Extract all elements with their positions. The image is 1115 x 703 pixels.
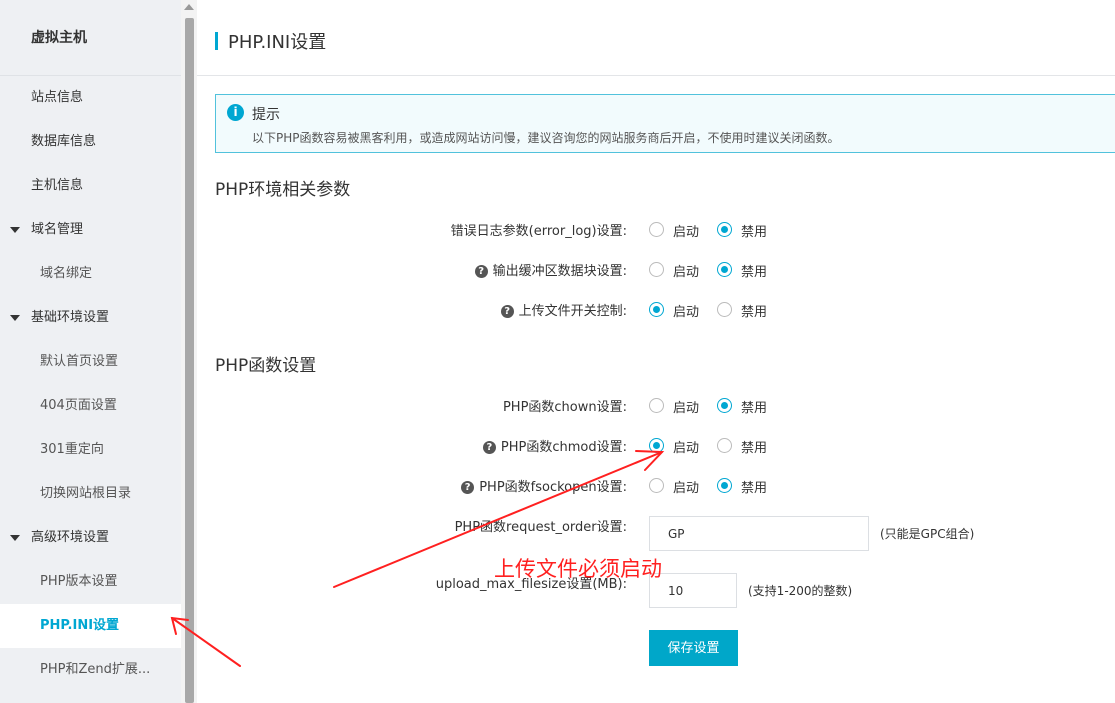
fsockopen-disable-radio[interactable] bbox=[717, 478, 732, 493]
radio-label-enable: 启动 bbox=[673, 481, 700, 496]
sidebar-item-switch-root[interactable]: 切换网站根目录 bbox=[0, 472, 181, 516]
sidebar-group-basic-env[interactable]: 基础环境设置 bbox=[0, 296, 181, 340]
tip-text: 以下PHP函数容易被黑客利用，或造成网站访问慢，建议咨询您的网站服务商后开启，不… bbox=[252, 131, 840, 145]
sidebar-item-host-info[interactable]: 主机信息 bbox=[0, 164, 181, 208]
sidebar-item-site-info[interactable]: 站点信息 bbox=[0, 76, 181, 120]
radio-label-enable: 启动 bbox=[673, 401, 700, 416]
sidebar-item-php-ini[interactable]: PHP.INI设置 bbox=[0, 604, 181, 648]
sidebar-item-php-version[interactable]: PHP版本设置 bbox=[0, 560, 181, 604]
file-uploads-disable-radio[interactable] bbox=[717, 302, 732, 317]
radio-label-enable: 启动 bbox=[673, 305, 700, 320]
caret-down-icon bbox=[10, 535, 20, 541]
chmod-label: ? PHP函数chmod设置: bbox=[482, 436, 627, 455]
sidebar-item-php-zend-ext[interactable]: PHP和Zend扩展... bbox=[0, 648, 181, 692]
radio-label-disable: 禁用 bbox=[741, 265, 768, 280]
section-title-functions: PHP函数设置 bbox=[215, 356, 317, 376]
file-uploads-label: ? 上传文件开关控制: bbox=[500, 300, 627, 319]
sidebar: 虚拟主机 站点信息 数据库信息 主机信息 域名管理 域名绑定 基础环境设置 默认… bbox=[0, 0, 181, 703]
caret-down-icon bbox=[10, 315, 20, 321]
error-log-disable-radio[interactable] bbox=[717, 222, 732, 237]
scrollbar-thumb[interactable] bbox=[185, 18, 194, 703]
scroll-up-arrow-icon[interactable] bbox=[184, 4, 194, 10]
row-label-text: 错误日志参数(error_log)设置: bbox=[450, 224, 627, 239]
fsockopen-enable-radio[interactable] bbox=[649, 478, 664, 493]
tip-box: i 提示 以下PHP函数容易被黑客利用，或造成网站访问慢，建议咨询您的网站服务商… bbox=[215, 94, 1115, 153]
error-log-label: 错误日志参数(error_log)设置: bbox=[451, 220, 627, 239]
request-order-hint: (只能是GPC组合) bbox=[880, 527, 975, 541]
row-label-text: PHP函数request_order设置: bbox=[454, 520, 627, 535]
title-accent-bar bbox=[215, 32, 218, 50]
page-title: PHP.INI设置 bbox=[228, 32, 327, 53]
chown-disable-radio[interactable] bbox=[717, 398, 732, 413]
radio-label-enable: 启动 bbox=[673, 441, 700, 456]
row-label-text: PHP函数fsockopen设置: bbox=[479, 480, 627, 495]
sidebar-item-database-info[interactable]: 数据库信息 bbox=[0, 120, 181, 164]
upload-max-input[interactable] bbox=[649, 573, 737, 608]
help-icon[interactable]: ? bbox=[474, 265, 488, 278]
sidebar-group-label: 基础环境设置 bbox=[31, 310, 110, 325]
radio-label-disable: 禁用 bbox=[741, 401, 768, 416]
sidebar-group-label: 域名管理 bbox=[31, 222, 84, 237]
sidebar-group-advanced-env[interactable]: 高级环境设置 bbox=[0, 516, 181, 560]
tip-title: 提示 bbox=[252, 107, 280, 123]
sidebar-item-301-redirect[interactable]: 301重定向 bbox=[0, 428, 181, 472]
request-order-label: PHP函数request_order设置: bbox=[455, 516, 627, 535]
error-log-enable-radio[interactable] bbox=[649, 222, 664, 237]
fsockopen-label: ? PHP函数fsockopen设置: bbox=[461, 476, 627, 495]
sidebar-item-404-page[interactable]: 404页面设置 bbox=[0, 384, 181, 428]
row-label-text: PHP函数chmod设置: bbox=[500, 440, 627, 455]
row-label-text: PHP函数chown设置: bbox=[502, 400, 627, 415]
sidebar-group-domain[interactable]: 域名管理 bbox=[0, 208, 181, 252]
page-header: PHP.INI设置 bbox=[197, 0, 1115, 76]
output-buffer-disable-radio[interactable] bbox=[717, 262, 732, 277]
help-icon[interactable]: ? bbox=[500, 305, 514, 318]
output-buffer-label: ? 输出缓冲区数据块设置: bbox=[474, 260, 627, 279]
request-order-input[interactable] bbox=[649, 516, 869, 551]
radio-label-enable: 启动 bbox=[673, 225, 700, 240]
annotation-text: 上传文件必须启动 bbox=[494, 557, 662, 581]
caret-down-icon bbox=[10, 227, 20, 233]
chmod-enable-radio[interactable] bbox=[649, 438, 664, 453]
save-button[interactable]: 保存设置 bbox=[649, 630, 738, 666]
main-content: PHP.INI设置 i 提示 以下PHP函数容易被黑客利用，或造成网站访问慢，建… bbox=[197, 0, 1115, 703]
sidebar-item-default-home[interactable]: 默认首页设置 bbox=[0, 340, 181, 384]
help-icon[interactable]: ? bbox=[482, 441, 496, 454]
radio-label-enable: 启动 bbox=[673, 265, 700, 280]
sidebar-group-label: 高级环境设置 bbox=[31, 530, 110, 545]
output-buffer-enable-radio[interactable] bbox=[649, 262, 664, 277]
radio-label-disable: 禁用 bbox=[741, 305, 768, 320]
info-icon: i bbox=[227, 104, 244, 121]
chmod-disable-radio[interactable] bbox=[717, 438, 732, 453]
sidebar-title: 虚拟主机 bbox=[0, 0, 181, 76]
help-icon[interactable]: ? bbox=[461, 481, 475, 494]
radio-label-disable: 禁用 bbox=[741, 441, 768, 456]
radio-label-disable: 禁用 bbox=[741, 225, 768, 240]
file-uploads-enable-radio[interactable] bbox=[649, 302, 664, 317]
chown-label: PHP函数chown设置: bbox=[503, 396, 627, 415]
section-title-env: PHP环境相关参数 bbox=[215, 180, 351, 200]
sidebar-item-domain-binding[interactable]: 域名绑定 bbox=[0, 252, 181, 296]
chown-enable-radio[interactable] bbox=[649, 398, 664, 413]
row-label-text: 输出缓冲区数据块设置: bbox=[492, 264, 627, 279]
row-label-text: 上传文件开关控制: bbox=[518, 304, 627, 319]
radio-label-disable: 禁用 bbox=[741, 481, 768, 496]
upload-max-hint: (支持1-200的整数) bbox=[748, 584, 853, 598]
